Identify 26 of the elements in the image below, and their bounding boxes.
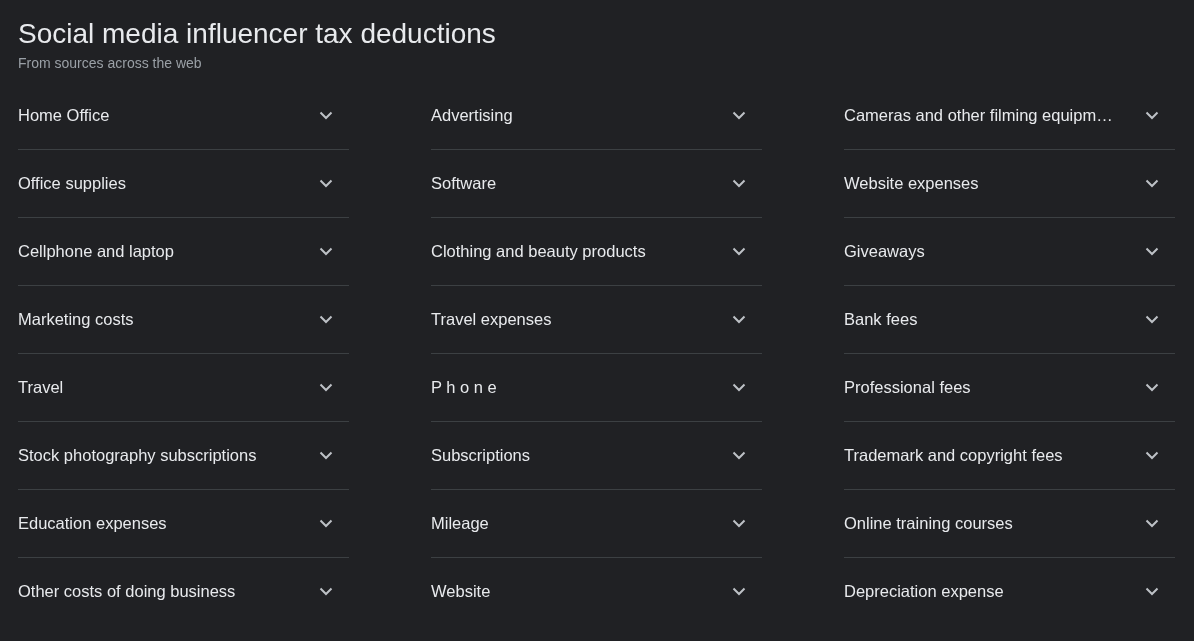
- accordion-item[interactable]: Cameras and other filming equipm…: [844, 82, 1175, 150]
- accordion-item[interactable]: Subscriptions: [431, 422, 762, 490]
- accordion-item[interactable]: Office supplies: [18, 150, 349, 218]
- accordion-item[interactable]: Home Office: [18, 82, 349, 150]
- accordion-item[interactable]: P h o n e: [431, 354, 762, 422]
- accordion-item[interactable]: Software: [431, 150, 762, 218]
- accordion-item[interactable]: Advertising: [431, 82, 762, 150]
- accordion-item[interactable]: Education expenses: [18, 490, 349, 558]
- page-title: Social media influencer tax deductions: [18, 17, 497, 51]
- accordion-item[interactable]: Clothing and beauty products: [431, 218, 762, 286]
- accordion-item[interactable]: Travel: [18, 354, 349, 422]
- subtitle: From sources across the web: [18, 54, 203, 72]
- accordion-item[interactable]: Other costs of doing business: [18, 558, 349, 626]
- accordion-item[interactable]: Giveaways: [844, 218, 1175, 286]
- accordion-item[interactable]: Travel expenses: [431, 286, 762, 354]
- accordion-item[interactable]: Cellphone and laptop: [18, 218, 349, 286]
- accordion-item[interactable]: Trademark and copyright fees: [844, 422, 1175, 490]
- accordion-item[interactable]: Stock photography subscriptions: [18, 422, 349, 490]
- accordion-item[interactable]: Website: [431, 558, 762, 626]
- accordion-item[interactable]: Website expenses: [844, 150, 1175, 218]
- accordion-item[interactable]: Professional fees: [844, 354, 1175, 422]
- accordion-item[interactable]: Bank fees: [844, 286, 1175, 354]
- accordion-item[interactable]: Online training courses: [844, 490, 1175, 558]
- accordion-item[interactable]: Marketing costs: [18, 286, 349, 354]
- accordion-item[interactable]: Mileage: [431, 490, 762, 558]
- accordion-item[interactable]: Depreciation expense: [844, 558, 1175, 626]
